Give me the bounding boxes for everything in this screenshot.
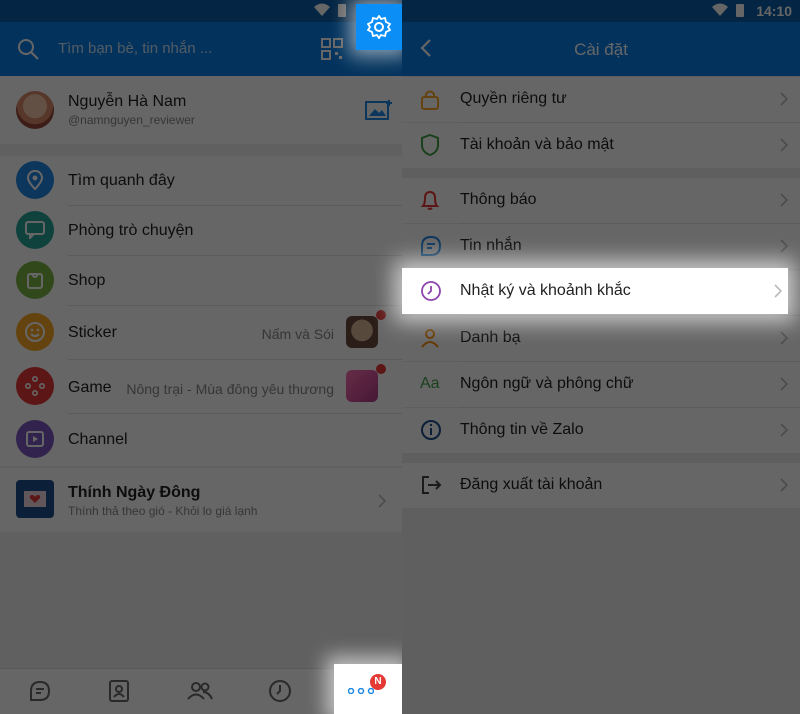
search-input[interactable]: Tìm bạn bè, tin nhắn ... [58, 40, 212, 57]
chevron-right-icon [378, 494, 386, 508]
item-label-channel[interactable]: Channel [68, 431, 128, 449]
profile-handle: @namnguyen_reviewer [68, 113, 195, 127]
gallery-add-icon[interactable] [365, 99, 393, 121]
sticker-thumbnail [346, 316, 378, 348]
avatar[interactable] [16, 91, 54, 129]
more-tab-button[interactable]: N [334, 664, 402, 714]
more-dots-icon [348, 688, 374, 694]
more-badge: N [370, 674, 386, 690]
chevron-right-icon [780, 423, 788, 437]
logout-icon [422, 476, 442, 494]
more-screen: 14:10 Tìm bạn bè, tin nhắn ... Nguyễn Hà… [0, 0, 402, 714]
settings-item-about-zalo[interactable]: Thông tin về Zalo [402, 408, 800, 453]
qr-code-icon[interactable] [321, 38, 343, 60]
person-icon [421, 329, 439, 348]
features-list [0, 156, 402, 466]
sticker-smile-icon [16, 313, 54, 351]
settings-item-logout[interactable]: Đăng xuất tài khoản [402, 463, 800, 508]
screenshot-root: 14:10 Tìm bạn bè, tin nhắn ... Nguyễn Hà… [0, 0, 800, 714]
settings-screen: 14:10 Cài đặt Quyền riêng tư Tài khoản v… [402, 0, 800, 714]
gear-icon [367, 15, 391, 39]
bell-icon [420, 190, 440, 210]
item-label-sticker[interactable]: Sticker [68, 324, 117, 342]
timeline-tab-icon[interactable] [268, 679, 292, 703]
settings-item-notifications[interactable]: Thông báo [402, 178, 800, 223]
settings-item-contacts[interactable]: Danh bạ [402, 316, 800, 361]
lock-icon [421, 90, 439, 110]
item-label-game[interactable]: Game [68, 379, 112, 397]
chevron-right-icon [780, 239, 788, 253]
chevron-right-icon [780, 377, 788, 391]
settings-item-messages[interactable]: Tin nhắn [402, 224, 800, 269]
chevron-right-icon [780, 92, 788, 106]
game-thumbnail [346, 370, 378, 402]
status-bar: 14:10 [0, 0, 402, 22]
status-time: 14:10 [756, 3, 792, 19]
video-channel-icon [16, 420, 54, 458]
chevron-right-icon [780, 478, 788, 492]
settings-header: Cài đặt [402, 22, 800, 76]
game-badge [376, 364, 386, 374]
groups-tab-icon[interactable] [186, 679, 214, 703]
news-thumbnail [16, 480, 54, 518]
shop-bag-icon [16, 261, 54, 299]
search-icon[interactable] [16, 37, 40, 61]
chevron-right-icon [780, 193, 788, 207]
contacts-tab-icon[interactable] [108, 679, 130, 703]
profile-name: Nguyễn Hà Nam [68, 93, 187, 110]
shield-icon [421, 134, 439, 156]
profile-row[interactable] [0, 76, 402, 144]
game-detail: Nông trại - Mùa đông yêu thương [126, 381, 334, 397]
settings-item-privacy[interactable]: Quyền riêng tư [402, 77, 800, 122]
settings-button[interactable] [356, 4, 402, 50]
location-pin-icon [16, 161, 54, 199]
gamepad-icon [16, 367, 54, 405]
news-row[interactable] [0, 468, 402, 532]
settings-item-timeline-moments[interactable]: Nhật ký và khoảnh khắc [402, 268, 788, 314]
chat-room-icon [16, 211, 54, 249]
clock-icon [421, 281, 441, 301]
app-header: Tìm bạn bè, tin nhắn ... [0, 22, 402, 76]
settings-item-language-font[interactable]: Aa Ngôn ngữ và phông chữ [402, 362, 800, 407]
messages-tab-icon[interactable] [28, 679, 52, 703]
chevron-right-icon [780, 331, 788, 345]
chevron-right-icon [780, 138, 788, 152]
settings-item-account-security[interactable]: Tài khoản và bảo mật [402, 123, 800, 168]
info-icon [421, 420, 441, 440]
news-subtitle: Thính thả theo gió - Khỏi lo giá lạnh [68, 504, 258, 518]
item-label-shop[interactable]: Shop [68, 272, 105, 290]
battery-icon [736, 4, 744, 17]
font-aa-icon: Aa [420, 375, 440, 392]
message-icon [421, 235, 442, 256]
item-label-chat-room[interactable]: Phòng trò chuyện [68, 222, 193, 240]
wifi-icon [712, 3, 728, 16]
item-label-nearby[interactable]: Tìm quanh đây [68, 172, 175, 190]
page-title: Cài đặt [574, 40, 628, 59]
news-title: Thính Ngày Đông [68, 484, 201, 501]
sticker-badge [376, 310, 386, 320]
sticker-detail: Nấm và Sói [261, 326, 334, 342]
battery-icon [338, 4, 346, 17]
wifi-icon [314, 3, 330, 16]
status-bar: 14:10 [402, 0, 800, 22]
chevron-right-icon [774, 284, 782, 298]
